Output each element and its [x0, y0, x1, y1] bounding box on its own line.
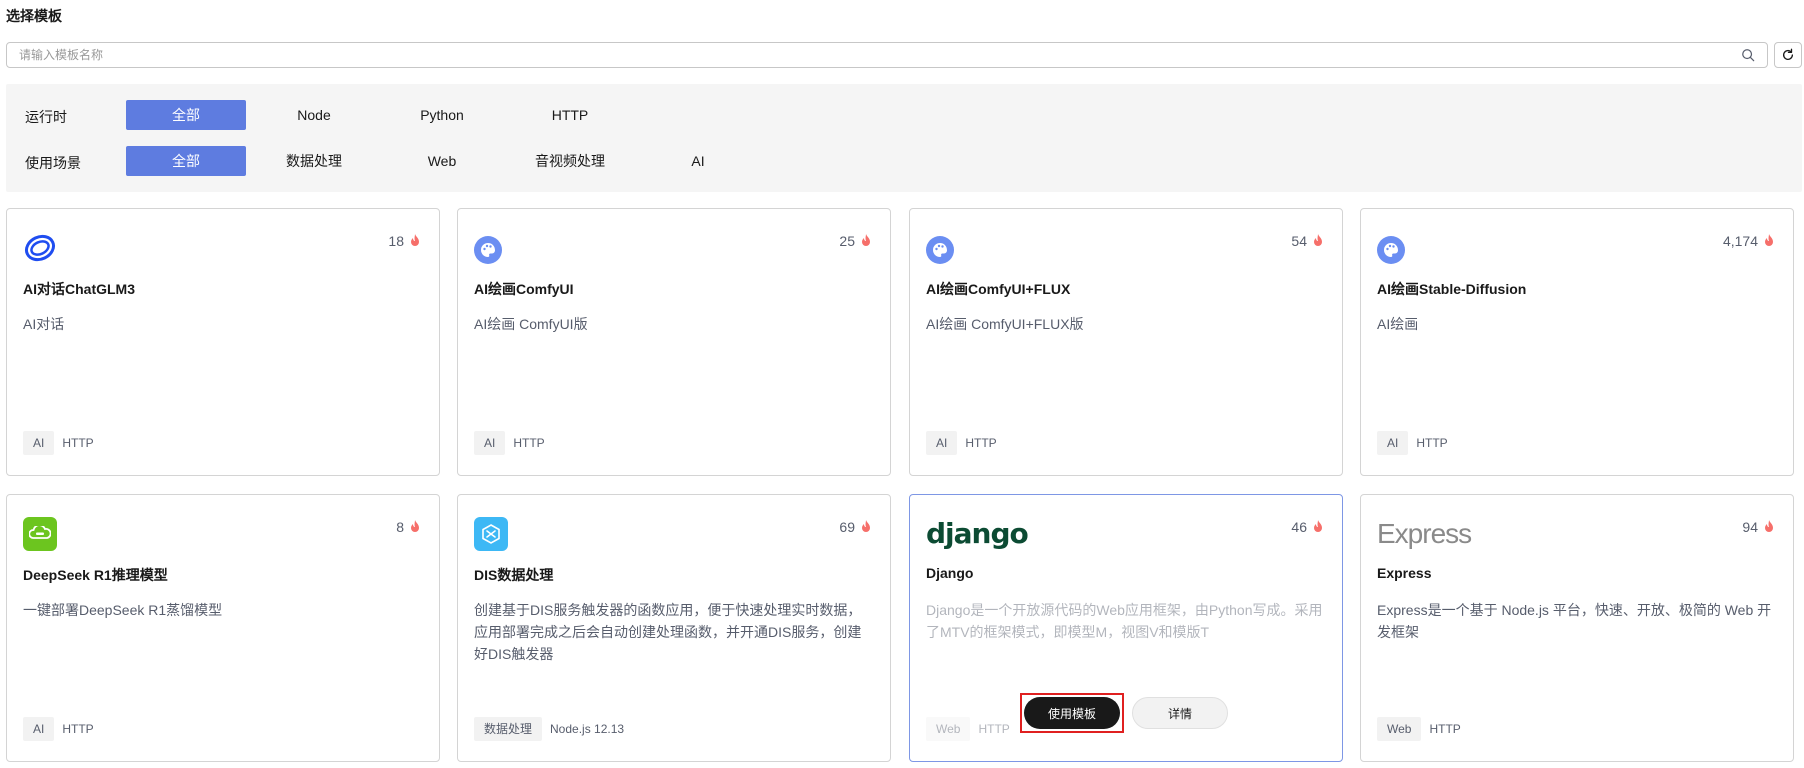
runtime-chip-node[interactable]: Node [254, 100, 374, 130]
card-actions: 使用模板 详情 [1020, 693, 1228, 733]
template-card-dis[interactable]: 69 DIS数据处理 创建基于DIS服务触发器的函数应用，便于快速处理实时数据，… [457, 494, 891, 762]
tag-runtime: HTTP [62, 436, 94, 450]
palette-logo-icon [474, 231, 502, 264]
card-description: 一键部署DeepSeek R1蒸馏模型 [23, 602, 223, 618]
template-card-django[interactable]: django 46 Django Django是一个开放源代码的Web应用框架，… [909, 494, 1343, 762]
chatglm-logo-icon [23, 231, 57, 268]
tag-runtime: HTTP [965, 436, 997, 450]
card-tags: AI HTTP [23, 431, 94, 455]
fire-icon [411, 520, 419, 532]
card-title: Django [926, 565, 974, 581]
tag-runtime: HTTP [978, 722, 1010, 736]
deepseek-logo-icon [23, 517, 57, 551]
card-description: 创建基于DIS服务触发器的函数应用，便于快速处理实时数据，应用部署完成之后会自动… [474, 602, 862, 662]
runtime-chip-http[interactable]: HTTP [510, 100, 630, 130]
details-button[interactable]: 详情 [1132, 697, 1228, 729]
card-description: AI绘画 [1377, 316, 1419, 332]
scenario-chip-ai[interactable]: AI [638, 146, 758, 176]
usage-count: 46 [1291, 519, 1324, 535]
search-input[interactable] [7, 43, 1707, 67]
refresh-button[interactable] [1774, 42, 1802, 68]
usage-count: 18 [388, 233, 421, 249]
tag-runtime: HTTP [1416, 436, 1448, 450]
tag-scenario: Web [1377, 717, 1422, 741]
scenario-chip-data[interactable]: 数据处理 [254, 146, 374, 176]
tag-scenario: AI [23, 717, 55, 741]
fire-icon [1765, 234, 1773, 246]
usage-count: 8 [396, 519, 421, 535]
fire-icon [862, 520, 870, 532]
template-card-stable-diffusion[interactable]: 4,174 AI绘画Stable-Diffusion AI绘画 AI HTTP [1360, 208, 1794, 476]
template-card-comfyui[interactable]: 25 AI绘画ComfyUI AI绘画 ComfyUI版 AI HTTP [457, 208, 891, 476]
filter-panel: 运行时 全部 Node Python HTTP 使用场景 全部 数据处理 Web… [6, 84, 1802, 192]
card-description: AI绘画 ComfyUI+FLUX版 [926, 316, 1084, 332]
fire-icon [1314, 234, 1322, 246]
fire-icon [1314, 520, 1322, 532]
tag-scenario: 数据处理 [474, 717, 543, 741]
card-description: AI绘画 ComfyUI版 [474, 316, 588, 332]
usage-count: 4,174 [1723, 233, 1775, 249]
fire-icon [1765, 520, 1773, 532]
tag-scenario: AI [926, 431, 958, 455]
usage-count: 69 [839, 519, 872, 535]
fire-icon [862, 234, 870, 246]
tag-runtime: Node.js 12.13 [550, 722, 625, 736]
scenario-label: 使用场景 [25, 155, 81, 171]
palette-logo-icon [1377, 231, 1405, 264]
filter-row-scenario: 使用场景 全部 数据处理 Web 音视频处理 AI [6, 146, 1802, 176]
card-tags: 数据处理 Node.js 12.13 [474, 717, 624, 741]
page-title: 选择模板 [6, 8, 62, 24]
runtime-chip-python[interactable]: Python [382, 100, 502, 130]
tag-runtime: HTTP [1429, 722, 1461, 736]
tag-runtime: HTTP [513, 436, 545, 450]
card-title: AI绘画ComfyUI+FLUX [926, 281, 1071, 297]
card-title: DIS数据处理 [474, 567, 554, 583]
scenario-chip-all[interactable]: 全部 [126, 146, 246, 176]
template-card-express[interactable]: Express 94 Express Express是一个基于 Node.js … [1360, 494, 1794, 762]
fire-icon [411, 234, 419, 246]
dis-logo-icon [474, 517, 508, 551]
card-description: Django是一个开放源代码的Web应用框架，由Python写成。采用了MTV的… [926, 602, 1323, 640]
template-card-comfyui-flux[interactable]: 54 AI绘画ComfyUI+FLUX AI绘画 ComfyUI+FLUX版 A… [909, 208, 1343, 476]
usage-count: 54 [1291, 233, 1324, 249]
express-logo-icon: Express [1377, 518, 1472, 549]
tag-scenario: AI [1377, 431, 1409, 455]
card-tags: AI HTTP [1377, 431, 1448, 455]
template-card-deepseek-r1[interactable]: 8 DeepSeek R1推理模型 一键部署DeepSeek R1蒸馏模型 AI… [6, 494, 440, 762]
card-title: AI绘画Stable-Diffusion [1377, 281, 1527, 297]
card-tags: AI HTTP [474, 431, 545, 455]
card-title: DeepSeek R1推理模型 [23, 567, 168, 583]
template-card-chatglm3[interactable]: 18 AI对话ChatGLM3 AI对话 AI HTTP [6, 208, 440, 476]
scenario-chip-media[interactable]: 音视频处理 [510, 146, 630, 176]
tag-runtime: HTTP [62, 722, 94, 736]
usage-count: 25 [839, 233, 872, 249]
scenario-chip-web[interactable]: Web [382, 146, 502, 176]
tag-scenario: AI [474, 431, 506, 455]
use-template-highlight: 使用模板 [1020, 693, 1124, 733]
card-description: AI对话 [23, 316, 65, 332]
usage-count: 94 [1742, 519, 1775, 535]
card-title: AI绘画ComfyUI [474, 281, 574, 297]
tag-scenario: AI [23, 431, 55, 455]
runtime-chip-all[interactable]: 全部 [126, 100, 246, 130]
card-tags: AI HTTP [926, 431, 997, 455]
card-tags: Web HTTP [1377, 717, 1461, 741]
refresh-icon [1782, 48, 1794, 60]
django-logo-icon: django [926, 517, 1029, 550]
search-box[interactable] [6, 42, 1768, 68]
search-icon[interactable] [1741, 48, 1755, 62]
card-tags: Web HTTP [926, 717, 1010, 741]
card-tags: AI HTTP [23, 717, 94, 741]
card-title: AI对话ChatGLM3 [23, 281, 135, 297]
card-description: Express是一个基于 Node.js 平台，快速、开放、极简的 Web 开发… [1377, 602, 1772, 640]
card-title: Express [1377, 565, 1432, 581]
tag-scenario: Web [926, 717, 971, 741]
filter-row-runtime: 运行时 全部 Node Python HTTP [6, 100, 1802, 130]
use-template-button[interactable]: 使用模板 [1024, 697, 1120, 729]
palette-logo-icon [926, 231, 954, 264]
runtime-label: 运行时 [25, 109, 67, 125]
